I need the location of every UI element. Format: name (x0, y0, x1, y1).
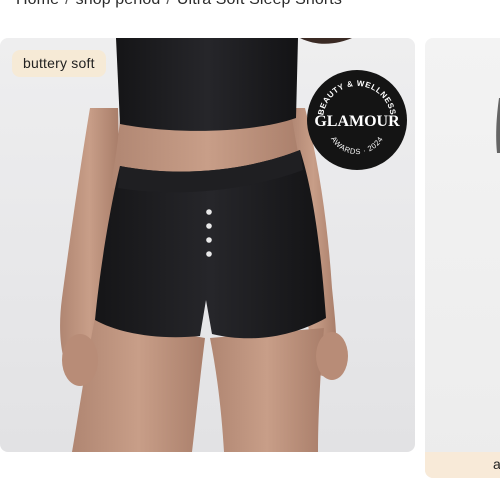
breadcrumb-home[interactable]: Home (16, 0, 59, 8)
svg-text:AWARDS · 2024: AWARDS · 2024 (329, 135, 385, 156)
breadcrumb: Home / shop period / Ultra Soft Sleep Shorts (16, 0, 342, 11)
breadcrumb-current: Ultra Soft Sleep Shorts (177, 0, 342, 8)
right-leg (210, 328, 324, 452)
shorts-button (206, 209, 212, 215)
crop-top (116, 38, 298, 131)
product-gallery: buttery soft BEAUTY & WELLNESS GLAMOUR A… (0, 38, 500, 478)
product-tag: buttery soft (12, 50, 106, 77)
left-leg (72, 318, 205, 452)
hair (300, 38, 352, 44)
next-product-tag-text: a (493, 456, 500, 472)
shorts-button (206, 223, 212, 229)
shorts-button (206, 251, 212, 257)
shorts-button (206, 237, 212, 243)
breadcrumb-separator: / (166, 0, 171, 8)
next-product-image (496, 98, 500, 153)
right-hand (316, 332, 348, 380)
next-product-card[interactable] (425, 38, 500, 478)
award-top-text: BEAUTY & WELLNESS (316, 79, 397, 116)
next-product-tag: a (425, 452, 500, 478)
award-name: GLAMOUR (314, 113, 400, 130)
left-hand (62, 334, 98, 386)
award-bottom-text: AWARDS · 2024 (329, 135, 384, 156)
breadcrumb-separator: / (65, 0, 70, 8)
breadcrumb-shop-period[interactable]: shop period (76, 0, 161, 8)
svg-text:BEAUTY & WELLNESS: BEAUTY & WELLNESS (316, 79, 397, 116)
glamour-award-badge: BEAUTY & WELLNESS GLAMOUR AWARDS · 2024 (307, 70, 407, 170)
product-image-card[interactable]: buttery soft BEAUTY & WELLNESS GLAMOUR A… (0, 38, 415, 452)
